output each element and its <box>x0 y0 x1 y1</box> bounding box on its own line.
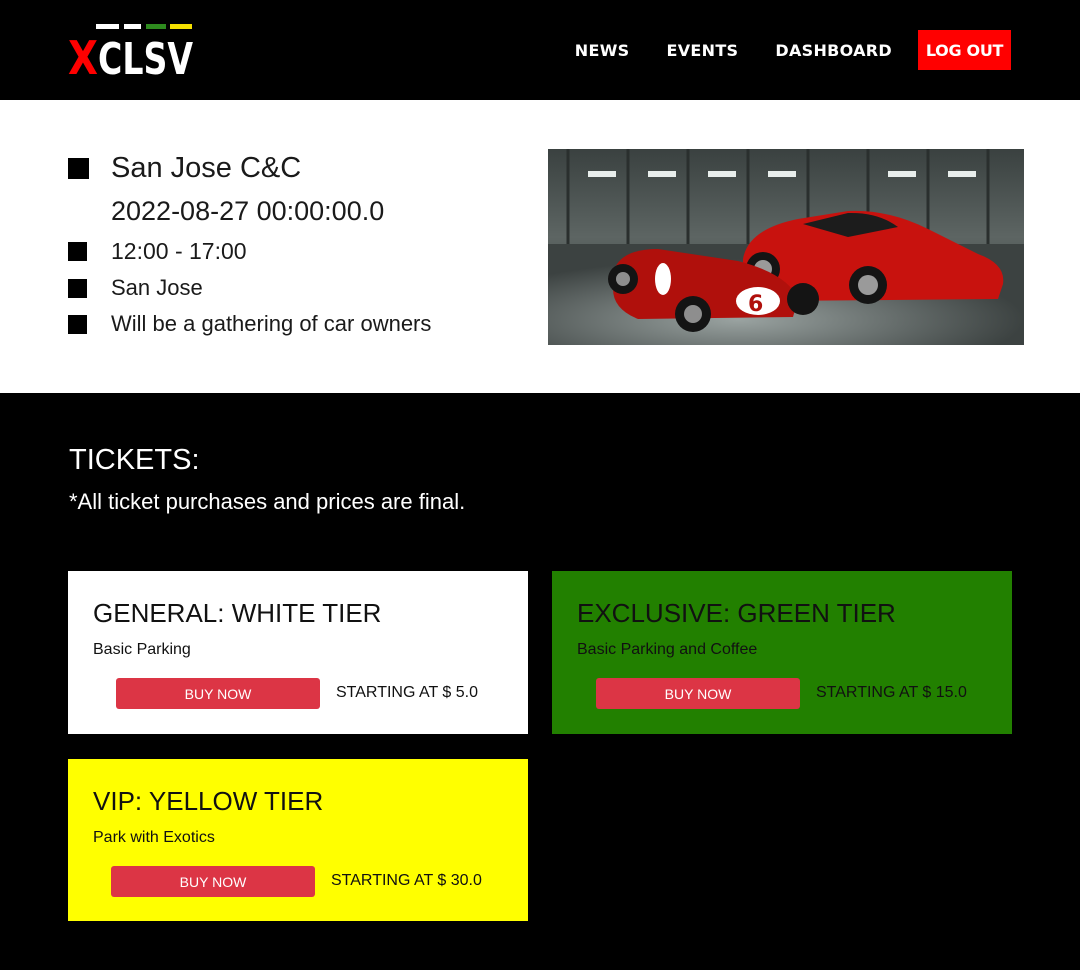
event-title-row: San Jose C&C <box>68 152 301 185</box>
buy-now-button[interactable]: BUY NOW <box>111 866 315 897</box>
ticket-tier-desc: Park with Exotics <box>93 829 215 846</box>
svg-text:CLSV: CLSV <box>98 34 193 76</box>
ticket-card-white: GENERAL: WHITE TIER Basic Parking BUY NO… <box>68 571 528 734</box>
nav-dashboard[interactable]: DASHBOARD <box>775 41 892 60</box>
event-car-image: 6 <box>548 149 1024 345</box>
nav-events[interactable]: EVENTS <box>666 41 738 60</box>
ticket-tier-name: VIP: YELLOW TIER <box>93 786 324 816</box>
ticket-card-yellow: VIP: YELLOW TIER Park with Exotics BUY N… <box>68 759 528 921</box>
event-location: San Jose <box>111 275 203 300</box>
event-title: San Jose C&C <box>111 152 302 184</box>
square-bullet-icon <box>68 158 89 179</box>
ticket-tier-name: EXCLUSIVE: GREEN TIER <box>577 598 896 628</box>
ticket-price: STARTING AT $ 5.0 <box>336 684 478 701</box>
xclsv-logo[interactable]: X CLSV <box>68 22 194 85</box>
tickets-heading: TICKETS: <box>69 444 200 476</box>
ticket-card-green: EXCLUSIVE: GREEN TIER Basic Parking and … <box>552 571 1012 734</box>
event-time-row: 12:00 - 17:00 <box>68 238 247 265</box>
logout-button[interactable]: LOG OUT <box>918 30 1011 70</box>
square-bullet-icon <box>68 278 87 298</box>
event-details: San Jose C&C 2022-08-27 00:00:00.0 12:00… <box>0 100 1080 393</box>
square-bullet-icon <box>68 242 87 261</box>
square-bullet-icon <box>68 314 87 334</box>
buy-now-button[interactable]: BUY NOW <box>596 678 800 709</box>
ticket-tier-name: GENERAL: WHITE TIER <box>93 598 382 628</box>
svg-text:X: X <box>68 31 98 76</box>
event-date: 2022-08-27 00:00:00.0 <box>111 196 385 226</box>
event-description-row: Will be a gathering of car owners <box>68 311 431 337</box>
buy-now-button[interactable]: BUY NOW <box>116 678 320 709</box>
event-time: 12:00 - 17:00 <box>111 238 247 264</box>
ticket-tier-desc: Basic Parking and Coffee <box>577 641 758 658</box>
ticket-tier-desc: Basic Parking <box>93 641 191 658</box>
ticket-price: STARTING AT $ 30.0 <box>331 872 482 889</box>
ticket-price: STARTING AT $ 15.0 <box>816 684 967 701</box>
top-navbar: X CLSV NEWS EVENTS DASHBOARD LOG OUT <box>0 0 1080 100</box>
svg-text:6: 6 <box>748 292 763 317</box>
tickets-note: *All ticket purchases and prices are fin… <box>69 489 466 514</box>
main-nav: NEWS EVENTS DASHBOARD LOG OUT <box>538 30 1011 70</box>
event-description: Will be a gathering of car owners <box>111 311 432 336</box>
event-location-row: San Jose <box>68 275 203 301</box>
nav-news[interactable]: NEWS <box>575 41 630 60</box>
